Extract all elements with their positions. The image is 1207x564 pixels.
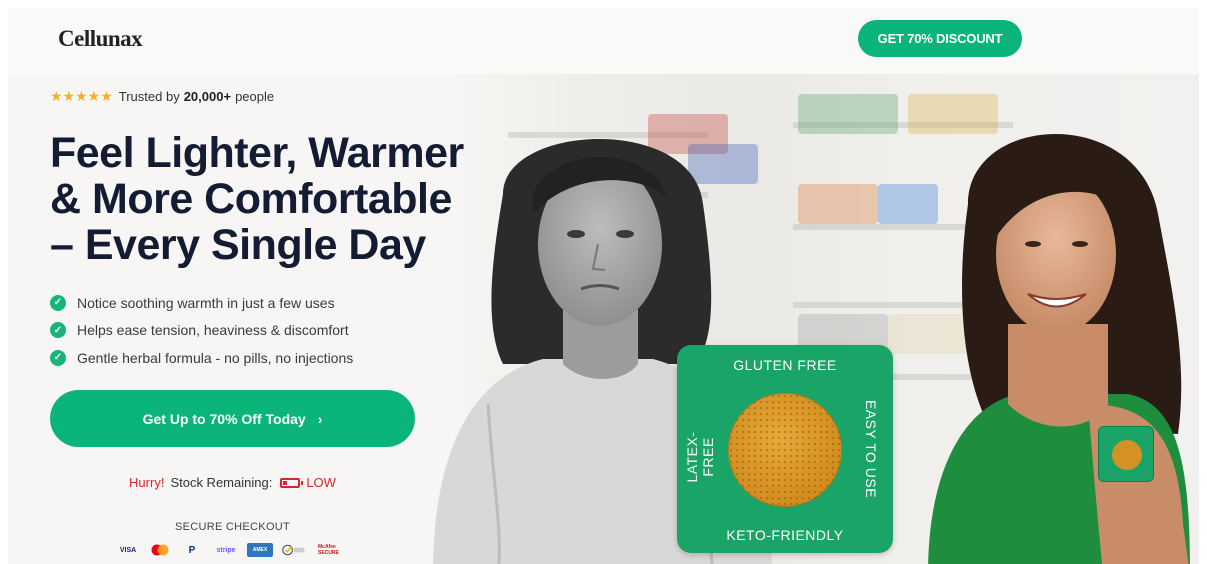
- benefit-text: Helps ease tension, heaviness & discomfo…: [77, 322, 349, 339]
- site-header: Cellunax GET 70% DISCOUNT: [8, 8, 1199, 74]
- patch-image: [728, 393, 842, 507]
- card-label-left: LATEX-FREE: [684, 431, 716, 483]
- trust-count: 20,000+: [183, 89, 232, 104]
- card-label-right: EASY TO USE: [863, 399, 879, 499]
- hurry-text: Hurry!: [129, 475, 165, 490]
- benefit-item: ✓ Gentle herbal formula - no pills, no in…: [50, 344, 353, 372]
- get-discount-button[interactable]: GET 70% DISCOUNT: [858, 20, 1022, 57]
- product-patch-card: GLUTEN FREE LATEX-FREE EASY TO USE KETO-…: [677, 345, 893, 553]
- card-label-top: GLUTEN FREE: [733, 357, 837, 373]
- brand-logo[interactable]: Cellunax: [58, 26, 143, 52]
- hero-headline: Feel Lighter, Warmer & More Comfortable …: [50, 130, 530, 268]
- benefit-item: ✓ Notice soothing warmth in just a few us…: [50, 289, 353, 317]
- chevron-right-icon: ›: [317, 410, 323, 427]
- arm-patch-image: [1098, 426, 1154, 482]
- stock-indicator: Hurry! Stock Remaining: LOW: [50, 475, 415, 490]
- benefit-list: ✓ Notice soothing warmth in just a few us…: [50, 289, 353, 372]
- mastercard-icon: [147, 543, 173, 557]
- get-offer-button[interactable]: Get Up to 70% Off Today ›: [50, 390, 415, 447]
- trust-suffix: people: [235, 89, 275, 104]
- visa-icon: VISA: [119, 546, 137, 554]
- stock-level: LOW: [306, 475, 336, 490]
- trust-text: Trusted by: [118, 89, 180, 104]
- stock-label: Stock Remaining:: [170, 475, 273, 490]
- trust-badge: ★★★★★ Trusted by 20,000+ people: [50, 88, 274, 105]
- rating-stars-icon: ★★★★★: [50, 88, 113, 104]
- stripe-icon: stripe: [216, 546, 236, 554]
- mcafee-secure-icon: McAfee SECURE: [318, 544, 339, 556]
- amex-icon: AMEX: [247, 543, 273, 557]
- paypal-icon: P: [188, 544, 196, 556]
- secure-checkout-label: SECURE CHECKOUT: [174, 521, 291, 533]
- benefit-text: Gentle herbal formula - no pills, no inj…: [77, 349, 354, 366]
- check-icon: ✓: [50, 322, 66, 339]
- battery-low-icon: [280, 477, 304, 488]
- headline-line-3: – Every Single Day: [50, 221, 426, 269]
- payment-methods: VISA P stripe AMEX McAfee SECURE: [115, 543, 355, 557]
- headline-line-1: Feel Lighter, Warmer: [50, 129, 464, 177]
- headline-line-2: & More Comfortable: [50, 175, 452, 223]
- check-icon: ✓: [50, 294, 66, 311]
- benefit-item: ✓ Helps ease tension, heaviness & discomf…: [50, 317, 353, 345]
- norton-icon: [279, 543, 309, 557]
- landing-page: Cellunax GET 70% DISCOUNT ★★★★★ Trusted …: [8, 8, 1199, 564]
- cta-label: Get Up to 70% Off Today: [142, 410, 306, 427]
- card-label-bottom: KETO-FRIENDLY: [726, 527, 844, 543]
- woman-after-image: [928, 134, 1190, 564]
- check-icon: ✓: [50, 349, 66, 366]
- benefit-text: Notice soothing warmth in just a few use…: [77, 294, 335, 311]
